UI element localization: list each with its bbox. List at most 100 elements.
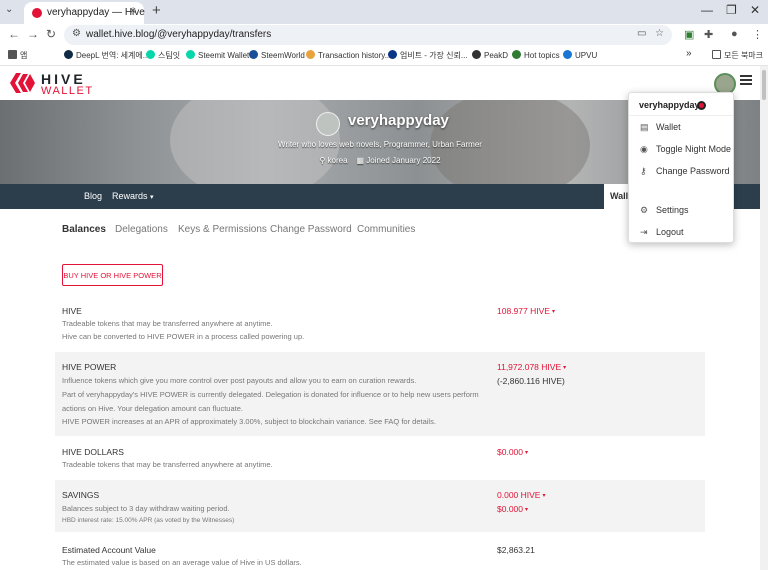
folder-icon — [712, 50, 721, 59]
tab-keys-permissions[interactable]: Keys & Permissions — [178, 224, 267, 235]
reload-icon[interactable]: ↻ — [46, 27, 56, 41]
menu-item-logout[interactable]: ⇥ Logout — [629, 223, 733, 241]
cast-icon[interactable]: ▭ — [637, 28, 646, 39]
caret-down-icon: ▾ — [542, 493, 546, 499]
bookmark-item[interactable]: UPVU — [563, 50, 597, 60]
close-window-icon[interactable]: ✕ — [750, 3, 760, 17]
wallet-page: HIVE WALLET veryhappyday Writer who love… — [0, 66, 768, 570]
menu-item-label: Change Password — [656, 166, 730, 176]
bookmark-item[interactable]: 스팀잇 — [146, 50, 180, 61]
savings-hive-dropdown[interactable]: 0.000 HIVE ▾ — [497, 490, 546, 500]
hive-dollars-value: $0.000 — [497, 447, 523, 457]
balance-title: SAVINGS — [62, 490, 100, 500]
steemworld-icon — [249, 50, 258, 59]
savings-hbd-value: $0.000 — [497, 504, 523, 514]
menu-item-label: Logout — [656, 227, 684, 237]
page-scrollbar[interactable] — [760, 66, 768, 570]
tab-change-password[interactable]: Change Password — [270, 224, 352, 235]
menu-item-label: Wallet — [656, 122, 681, 132]
menu-item-change-password[interactable]: ⚷ Change Password — [629, 162, 733, 180]
bookmark-item[interactable]: Transaction history... — [306, 50, 391, 60]
gear-icon: ⚙ — [640, 205, 649, 215]
bookmark-apps[interactable]: 앱 — [8, 50, 27, 61]
hive-dollars-dropdown[interactable]: $0.000 ▾ — [497, 447, 528, 457]
divider — [629, 115, 733, 116]
tab-list-button[interactable]: ⌄ — [5, 4, 13, 15]
wallet-icon: ▤ — [640, 122, 649, 132]
address-bar[interactable]: ⚙ wallet.hive.blog/@veryhappyday/transfe… — [64, 25, 672, 45]
transaction-history-icon — [306, 50, 315, 59]
profile-avatar — [316, 112, 340, 136]
bookmark-item[interactable]: 업비트 - 가장 신뢰... — [388, 50, 468, 61]
site-info-icon[interactable]: ⚙ — [72, 28, 81, 39]
balance-row-hive-power: HIVE POWER Influence tokens which give y… — [55, 352, 705, 436]
browser-tab-active[interactable]: veryhappyday — Hive × — [24, 2, 145, 24]
menu-item-night-mode[interactable]: ◉ Toggle Night Mode — [629, 140, 733, 158]
bookmark-item[interactable]: PeakD — [472, 50, 508, 60]
location-pin-icon: ⚲ — [319, 156, 326, 165]
caret-down-icon: ▾ — [563, 365, 567, 371]
back-icon[interactable]: ← — [8, 27, 20, 41]
buy-hive-button[interactable]: BUY HIVE OR HIVE POWER — [62, 264, 163, 286]
balance-desc: Tradeable tokens that may be transferred… — [62, 460, 273, 469]
eye-icon: ◉ — [640, 144, 648, 154]
balance-desc: The estimated value is based on an avera… — [62, 558, 302, 567]
steemit-icon — [146, 50, 155, 59]
url-text[interactable]: wallet.hive.blog/@veryhappyday/transfers — [86, 29, 271, 40]
balance-row-hive-dollars: HIVE DOLLARS Tradeable tokens that may b… — [55, 442, 705, 478]
estimated-value: $2,863.21 — [497, 545, 535, 555]
savings-hive-value: 0.000 HIVE — [497, 490, 541, 500]
balance-desc: Hive can be converted to HIVE POWER in a… — [62, 332, 305, 341]
bookmarks-overflow-button[interactable]: » — [686, 48, 692, 59]
balance-desc: Tradeable tokens that may be transferred… — [62, 319, 273, 328]
calendar-icon: ▦ — [356, 156, 365, 165]
deepl-icon — [64, 50, 73, 59]
logout-icon: ⇥ — [640, 227, 648, 237]
maximize-icon[interactable]: ❐ — [726, 3, 737, 17]
forward-icon[interactable]: → — [27, 27, 39, 41]
hive-logo-icon[interactable] — [8, 71, 36, 95]
scrollbar-thumb[interactable] — [762, 70, 766, 100]
balance-title: HIVE — [62, 306, 82, 316]
tab-communities[interactable]: Communities — [357, 224, 415, 235]
hive-power-value: 11,972.078 HIVE — [497, 362, 562, 372]
menu-item-wallet[interactable]: ▤ Wallet — [629, 118, 733, 136]
bookmark-item[interactable]: Steemit Wallet — [186, 50, 249, 60]
balance-title: Estimated Account Value — [62, 545, 156, 555]
balance-row-estimated: Estimated Account Value The estimated va… — [55, 540, 705, 570]
profile-name: veryhappyday — [348, 112, 449, 129]
balance-desc: Influence tokens which give you more con… — [62, 376, 417, 385]
delegated-hive-power: (-2,860.116 HIVE) — [497, 376, 565, 386]
hamburger-menu-icon[interactable] — [740, 75, 752, 85]
bookmark-item[interactable]: SteemWorld — [249, 50, 305, 60]
extension-icon[interactable]: ▣ — [684, 28, 694, 41]
hive-balance-dropdown[interactable]: 108.977 HIVE ▾ — [497, 306, 555, 316]
new-tab-button[interactable]: + — [152, 2, 161, 19]
profile-icon[interactable]: ● — [731, 28, 738, 40]
extensions-puzzle-icon[interactable]: ✚ — [704, 28, 713, 41]
profile-location: korea — [327, 156, 348, 165]
browser-menu-icon[interactable]: ⋮ — [752, 28, 763, 41]
nav-blog-link[interactable]: Blog — [84, 191, 102, 201]
tab-delegations[interactable]: Delegations — [115, 224, 168, 235]
logo-wallet-text[interactable]: WALLET — [41, 85, 94, 97]
dropdown-username[interactable]: veryhappyday — [639, 100, 700, 110]
bookmark-item[interactable]: DeepL 번역: 세계에... — [64, 50, 149, 61]
hive-power-dropdown[interactable]: 11,972.078 HIVE ▾ — [497, 362, 566, 372]
nav-rewards-link[interactable]: Rewards ▾ — [112, 191, 154, 201]
tab-close-button[interactable]: × — [130, 5, 136, 17]
menu-item-settings[interactable]: ⚙ Settings — [629, 201, 733, 219]
tab-balances[interactable]: Balances — [62, 224, 106, 235]
hive-balance-value: 108.977 HIVE — [497, 306, 550, 316]
minimize-icon[interactable]: — — [701, 3, 713, 17]
bookmark-item[interactable]: Hot topics — [512, 50, 560, 60]
savings-hbd-dropdown[interactable]: $0.000 ▾ — [497, 504, 528, 514]
bookmark-star-icon[interactable]: ☆ — [655, 28, 664, 39]
user-dropdown-menu: veryhappyday ▤ Wallet ◉ Toggle Night Mod… — [628, 92, 734, 243]
balance-desc: Balances subject to 3 day withdraw waiti… — [62, 504, 230, 513]
profile-joined: Joined January 2022 — [366, 156, 441, 165]
all-bookmarks-folder[interactable]: 모든 북마크 — [712, 50, 763, 61]
bookmarks-bar: 앱 DeepL 번역: 세계에... 스팀잇 Steemit Wallet St… — [0, 46, 768, 66]
balance-title: HIVE POWER — [62, 362, 117, 372]
peakd-icon — [472, 50, 481, 59]
